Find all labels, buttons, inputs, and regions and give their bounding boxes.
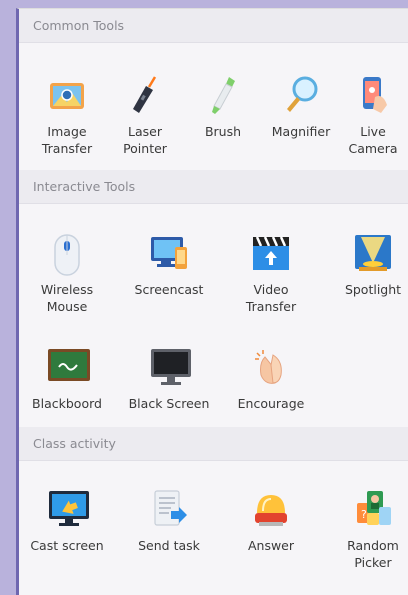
spotlight-icon: [353, 233, 393, 273]
tool-cast-screen[interactable]: Cast screen: [25, 489, 109, 554]
tool-label: Answer: [247, 538, 295, 553]
tool-video-transfer[interactable]: Video Transfer: [229, 233, 313, 315]
tool-send-task[interactable]: Send task: [127, 489, 211, 554]
tool-label: Image Transfer: [41, 124, 93, 156]
section-header-interactive-tools: Interactive Tools: [19, 170, 408, 204]
tools-panel: Common Tools Image Transfer Laser Pointe…: [16, 8, 408, 595]
section-header-class-activity: Class activity: [19, 427, 408, 461]
screencast-icon: [149, 233, 189, 273]
tool-label: Brush: [204, 124, 242, 139]
tool-label: Video Transfer: [245, 282, 297, 314]
tool-label: Random Picker: [347, 538, 399, 570]
tool-black-screen[interactable]: Black Screen: [127, 347, 211, 412]
brush-icon: [203, 75, 243, 115]
section-title: Class activity: [33, 436, 116, 451]
tool-label: Blackboord: [32, 396, 102, 411]
random-picker-icon: ?: [353, 489, 393, 529]
encourage-icon: [251, 347, 291, 387]
cast-screen-icon: [47, 489, 89, 529]
tool-blackboard[interactable]: Blackboord: [25, 347, 109, 412]
video-transfer-icon: [251, 233, 291, 273]
tool-screencast[interactable]: Screencast: [127, 233, 211, 298]
tool-label: Wireless Mouse: [40, 282, 94, 314]
blackboard-icon: [47, 347, 90, 387]
tool-image-transfer[interactable]: Image Transfer: [25, 75, 109, 157]
tool-label: Encourage: [237, 396, 305, 411]
section-title: Common Tools: [33, 18, 125, 33]
section-header-common-tools: Common Tools: [19, 9, 408, 43]
svg-text:?: ?: [361, 508, 367, 521]
tool-label: Live Camera: [348, 124, 398, 156]
answer-icon: [251, 489, 291, 529]
tool-label: Black Screen: [128, 396, 210, 411]
tool-label: Cast screen: [30, 538, 104, 553]
wireless-mouse-icon: [47, 233, 87, 276]
tool-label: Laser Pointer: [123, 124, 167, 156]
tool-live-camera[interactable]: Live Camera: [331, 75, 408, 157]
tool-brush[interactable]: Brush: [181, 75, 265, 140]
send-task-icon: [149, 489, 189, 529]
image-transfer-icon: [47, 75, 87, 115]
tool-encourage[interactable]: Encourage: [229, 347, 313, 412]
black-screen-icon: [149, 347, 191, 387]
tool-laser-pointer[interactable]: Laser Pointer: [103, 75, 187, 157]
laser-pointer-icon: [125, 75, 165, 115]
tool-spotlight[interactable]: Spotlight: [331, 233, 408, 298]
tool-answer[interactable]: Answer: [229, 489, 313, 554]
tool-random-picker[interactable]: ? Random Picker: [331, 489, 408, 571]
tool-label: Screencast: [134, 282, 204, 297]
magnifier-icon: [281, 75, 321, 115]
live-camera-icon: [353, 75, 393, 115]
tool-label: Spotlight: [344, 282, 402, 297]
tool-label: Send task: [138, 538, 200, 553]
section-title: Interactive Tools: [33, 179, 136, 194]
tool-wireless-mouse[interactable]: Wireless Mouse: [25, 233, 109, 315]
